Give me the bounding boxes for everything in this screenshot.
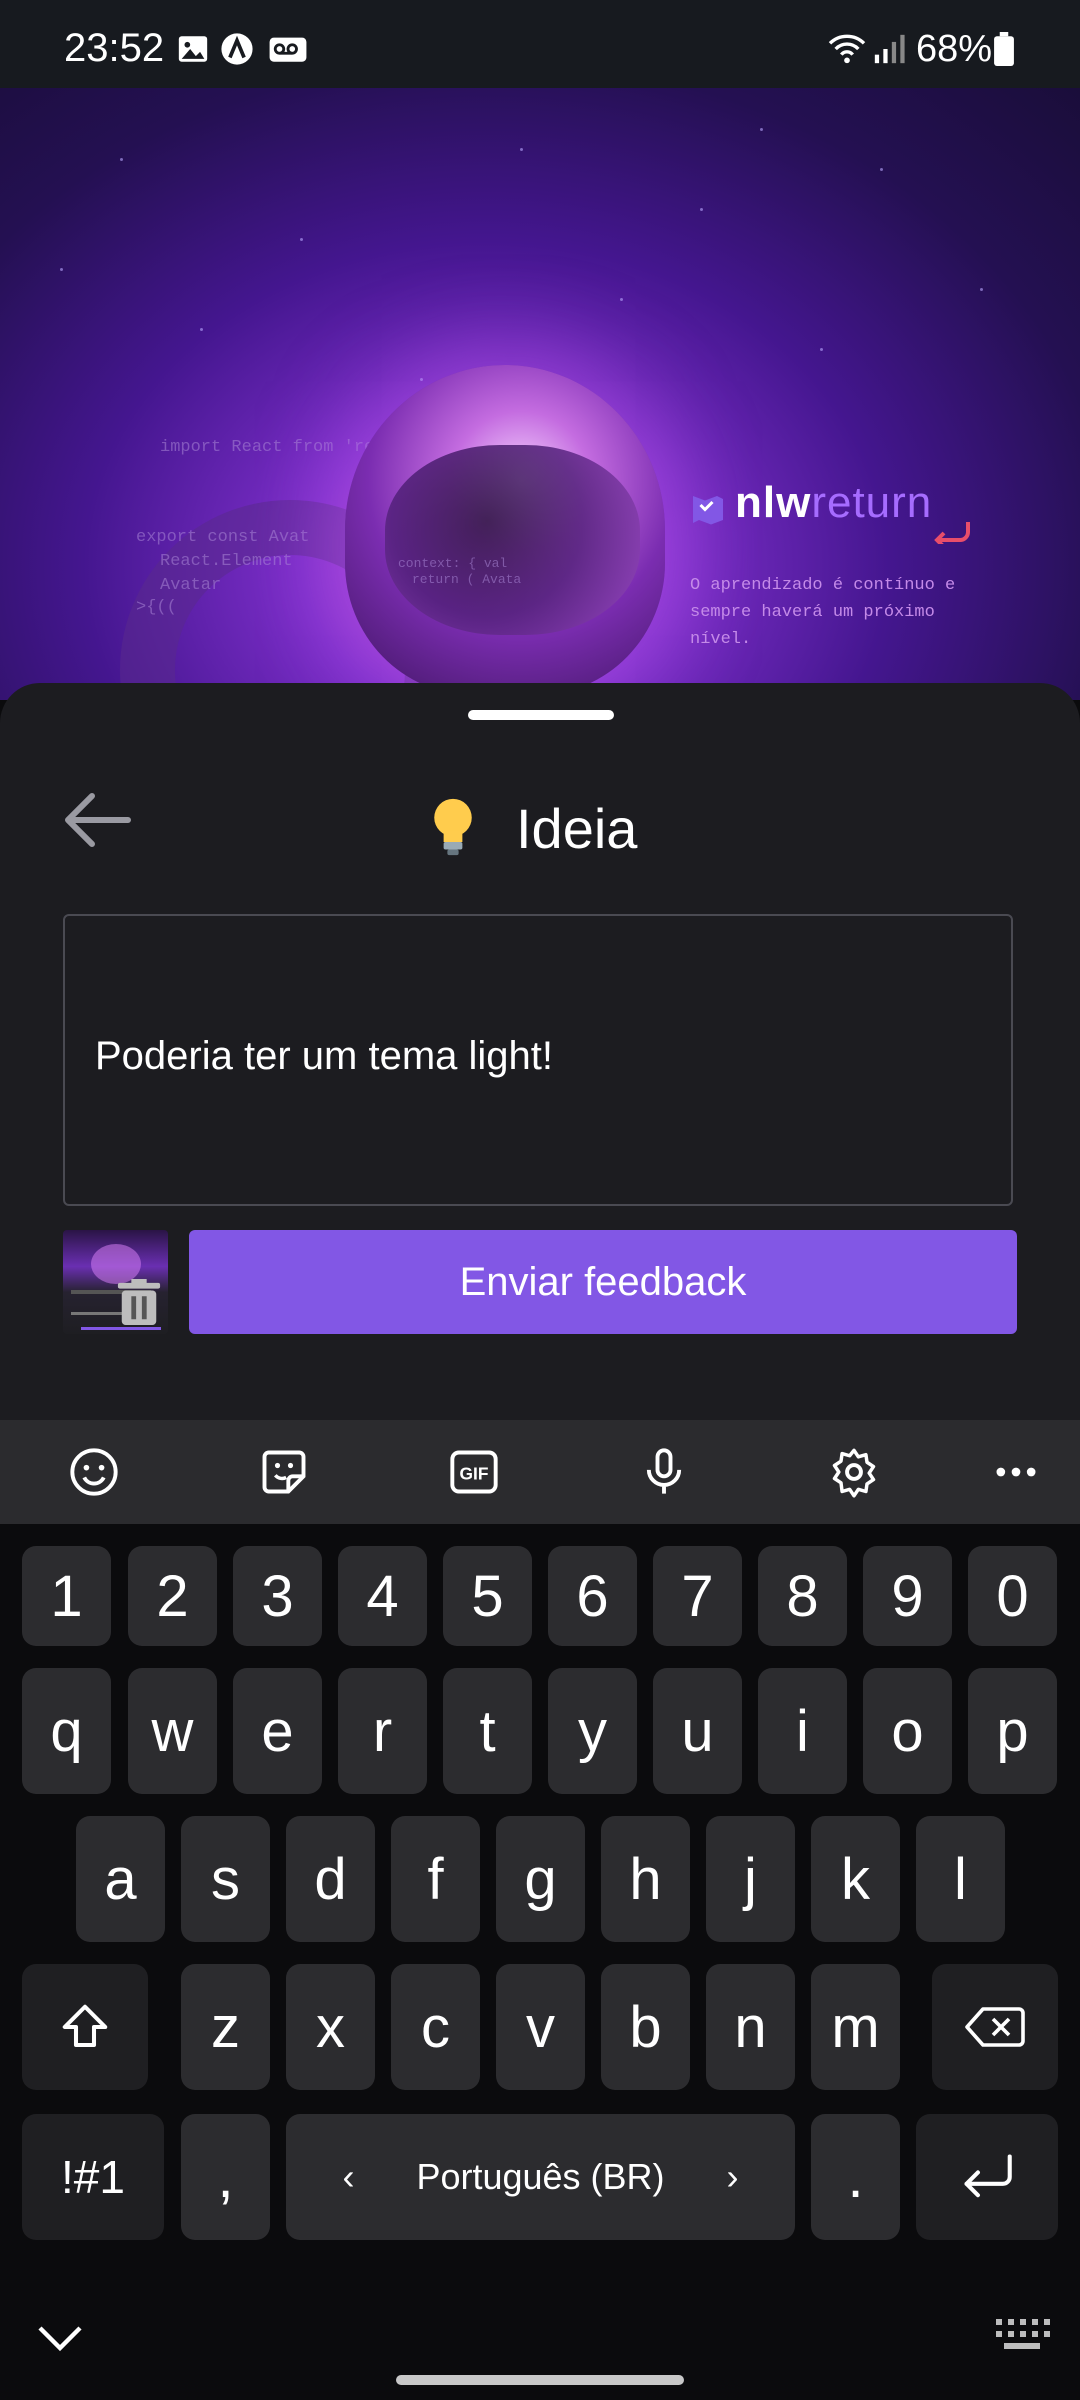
key-m[interactable]: m xyxy=(811,1964,900,2090)
lightbulb-icon xyxy=(434,798,472,856)
key-d[interactable]: d xyxy=(286,1816,375,1942)
key-0[interactable]: 0 xyxy=(968,1546,1057,1646)
shift-icon xyxy=(62,2004,108,2048)
feedback-type-title: Ideia xyxy=(516,797,638,860)
key-t[interactable]: t xyxy=(443,1668,532,1794)
gif-icon[interactable]: GIF xyxy=(448,1446,500,1498)
key-i[interactable]: i xyxy=(758,1668,847,1794)
code-line: context: { val xyxy=(398,556,508,571)
code-line: return ( Avata xyxy=(412,572,522,587)
gesture-nav-pill[interactable] xyxy=(396,2375,684,2385)
language-label: Português (BR) xyxy=(416,2156,665,2197)
nlw-return-logo: nlwreturn xyxy=(735,478,933,527)
settings-icon[interactable] xyxy=(828,1446,880,1498)
nlw-logo-icon xyxy=(693,496,723,525)
key-6[interactable]: 6 xyxy=(548,1546,637,1646)
key-w[interactable]: w xyxy=(128,1668,217,1794)
key-4[interactable]: 4 xyxy=(338,1546,427,1646)
key-5[interactable]: 5 xyxy=(443,1546,532,1646)
key-v[interactable]: v xyxy=(496,1964,585,2090)
key-c[interactable]: c xyxy=(391,1964,480,2090)
key-1[interactable]: 1 xyxy=(22,1546,111,1646)
sheet-drag-handle[interactable] xyxy=(468,710,614,720)
key-2[interactable]: 2 xyxy=(128,1546,217,1646)
key-z[interactable]: z xyxy=(181,1964,270,2090)
voicemail-icon xyxy=(269,37,307,62)
key-3[interactable]: 3 xyxy=(233,1546,322,1646)
keyboard xyxy=(0,1524,1080,2400)
hide-keyboard-icon[interactable] xyxy=(36,2318,84,2358)
feedback-text-value: Poderia ter um tema light! xyxy=(95,1034,553,1078)
emoji-icon[interactable] xyxy=(68,1446,120,1498)
wifi-icon xyxy=(828,34,866,64)
sticker-icon[interactable] xyxy=(258,1446,310,1498)
language-prev-icon: ‹ xyxy=(342,2156,355,2197)
more-icon[interactable] xyxy=(990,1446,1042,1498)
key-b[interactable]: b xyxy=(601,1964,690,2090)
comma-key[interactable]: , xyxy=(181,2114,270,2240)
shift-key[interactable] xyxy=(22,1964,148,2090)
enter-key[interactable] xyxy=(916,2114,1058,2240)
backspace-key[interactable] xyxy=(932,1964,1058,2090)
image-icon xyxy=(178,36,208,62)
backspace-icon xyxy=(965,2007,1025,2047)
key-a[interactable]: a xyxy=(76,1816,165,1942)
language-next-icon: › xyxy=(726,2156,739,2197)
space-key[interactable]: ‹ Português (BR) › xyxy=(286,2114,795,2240)
back-arrow-button[interactable] xyxy=(60,790,132,850)
status-time: 23:52 xyxy=(64,26,165,70)
battery-percent: 68% xyxy=(916,28,993,70)
code-line: React.Element xyxy=(160,552,293,571)
code-line: export const Avat xyxy=(136,528,310,547)
key-j[interactable]: j xyxy=(706,1816,795,1942)
key-q[interactable]: q xyxy=(22,1668,111,1794)
enter-icon xyxy=(964,2154,1012,2198)
mic-icon[interactable] xyxy=(638,1446,690,1498)
key-r[interactable]: r xyxy=(338,1668,427,1794)
key-n[interactable]: n xyxy=(706,1964,795,2090)
return-arrow-icon xyxy=(934,522,970,544)
trash-icon[interactable] xyxy=(117,1279,161,1325)
key-o[interactable]: o xyxy=(863,1668,952,1794)
period-key[interactable]: . xyxy=(811,2114,900,2240)
key-8[interactable]: 8 xyxy=(758,1546,847,1646)
key-g[interactable]: g xyxy=(496,1816,585,1942)
key-p[interactable]: p xyxy=(968,1668,1057,1794)
keyboard-toolbar xyxy=(0,1420,1080,1524)
key-h[interactable]: h xyxy=(601,1816,690,1942)
send-feedback-button[interactable]: Enviar feedback xyxy=(189,1230,1017,1334)
keyboard-switch-icon[interactable] xyxy=(994,2316,1050,2354)
key-f[interactable]: f xyxy=(391,1816,480,1942)
code-line: >{(( xyxy=(136,598,177,617)
key-e[interactable]: e xyxy=(233,1668,322,1794)
a-circle-icon xyxy=(221,33,253,65)
hero-tagline: O aprendizado é contínuo e sempre haverá… xyxy=(690,576,956,649)
code-line: Avatar xyxy=(160,576,222,595)
key-x[interactable]: x xyxy=(286,1964,375,2090)
battery-icon xyxy=(994,32,1014,66)
svg-text:GIF: GIF xyxy=(460,1464,489,1484)
key-u[interactable]: u xyxy=(653,1668,742,1794)
helmet-visor xyxy=(385,445,640,635)
key-l[interactable]: l xyxy=(916,1816,1005,1942)
key-s[interactable]: s xyxy=(181,1816,270,1942)
symbols-key[interactable]: !#1 xyxy=(22,2114,164,2240)
key-9[interactable]: 9 xyxy=(863,1546,952,1646)
key-k[interactable]: k xyxy=(811,1816,900,1942)
key-y[interactable]: y xyxy=(548,1668,637,1794)
signal-icon xyxy=(874,34,905,64)
key-7[interactable]: 7 xyxy=(653,1546,742,1646)
